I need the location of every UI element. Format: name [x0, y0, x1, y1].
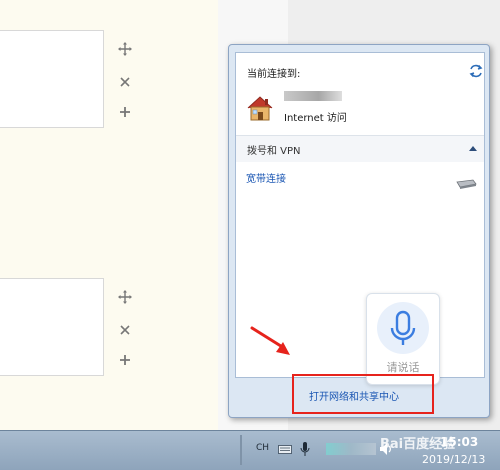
- plus-icon[interactable]: [114, 101, 136, 123]
- tray-separator: [240, 435, 242, 465]
- dialup-vpn-header[interactable]: 拨号和 VPN: [236, 136, 484, 162]
- network-popup: 当前连接到: Internet 访问 拨号和 VPN 宽带连接: [228, 44, 490, 418]
- taskbar: CH Bai百度经验 15:03 2019/12/13: [0, 430, 500, 470]
- language-indicator[interactable]: CH: [256, 443, 269, 453]
- modem-icon: [456, 179, 477, 189]
- red-arrow-icon: [250, 326, 290, 355]
- dialup-vpn-label: 拨号和 VPN: [247, 146, 301, 157]
- current-connection-label: 当前连接到:: [247, 69, 301, 80]
- move-icon[interactable]: [114, 286, 136, 308]
- close-icon[interactable]: [114, 71, 136, 93]
- content-card-1[interactable]: [0, 30, 104, 128]
- network-status: Internet 访问: [284, 113, 347, 124]
- network-name-blurred: [284, 91, 342, 101]
- voice-prompt: 请说话: [386, 361, 420, 374]
- system-tray: CH Bai百度经验 15:03 2019/12/13: [240, 431, 500, 470]
- broadband-connection-item[interactable]: 宽带连接: [246, 170, 286, 185]
- microphone-icon: [390, 310, 416, 345]
- voice-input-widget[interactable]: 请说话: [366, 293, 440, 385]
- refresh-icon[interactable]: [468, 63, 484, 79]
- move-icon[interactable]: [114, 38, 136, 60]
- keyboard-icon[interactable]: [278, 445, 292, 454]
- microphone-icon[interactable]: [300, 441, 310, 457]
- chevron-up-icon[interactable]: [468, 144, 478, 152]
- clock-time[interactable]: 15:03: [440, 435, 478, 449]
- clock-date[interactable]: 2019/12/13: [422, 453, 485, 466]
- house-icon: [247, 96, 273, 121]
- highlight-box: [292, 374, 434, 414]
- content-card-2[interactable]: [0, 278, 104, 376]
- tray-icons-blurred: [326, 443, 376, 455]
- microphone-button[interactable]: [377, 302, 429, 354]
- close-icon[interactable]: [114, 319, 136, 341]
- plus-icon[interactable]: [114, 349, 136, 371]
